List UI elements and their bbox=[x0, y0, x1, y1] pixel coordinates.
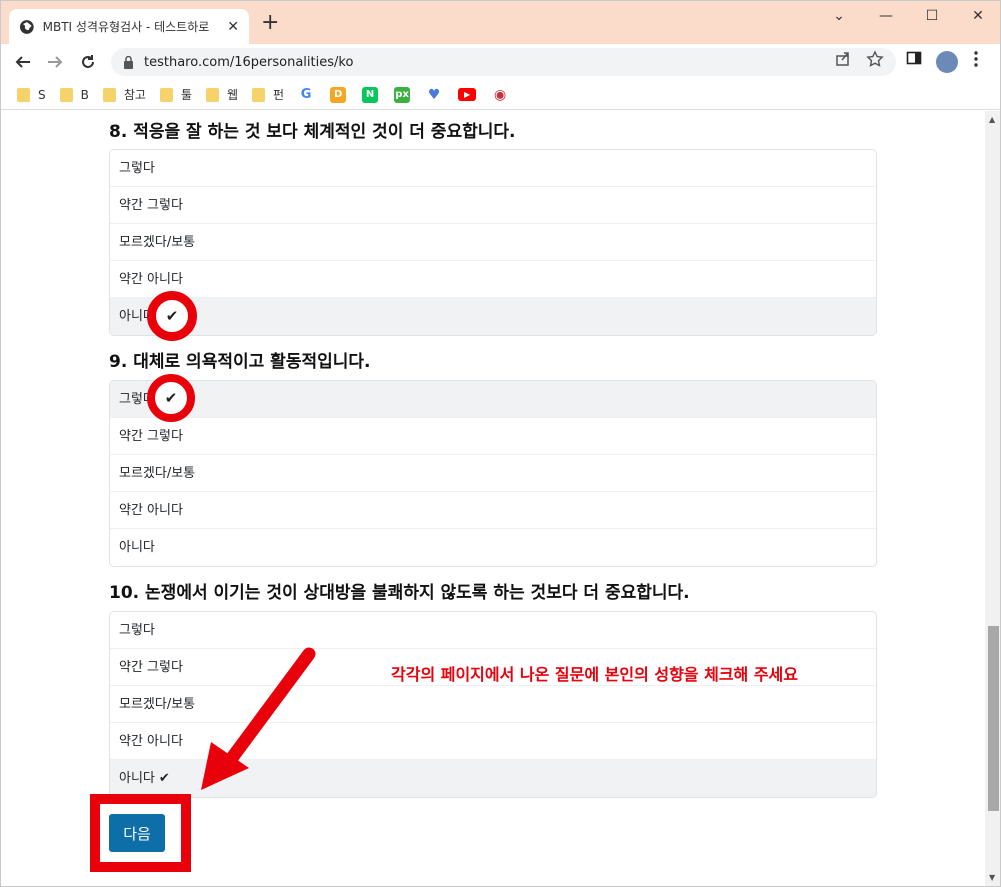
back-arrow-icon bbox=[15, 56, 30, 68]
next-button[interactable]: 다음 bbox=[109, 814, 165, 852]
check-icon: ✔ bbox=[164, 389, 178, 407]
google-icon: G bbox=[298, 86, 315, 103]
question-8-options: 그렇다 약간 그렇다 모르겠다/보통 약간 아니다 아니다 bbox=[109, 149, 877, 336]
bookmark-pixabay[interactable]: px bbox=[394, 86, 412, 103]
selection-highlight-circle: ✔ bbox=[147, 291, 197, 341]
menu-icon[interactable] bbox=[973, 50, 979, 72]
heart-icon: ♥ bbox=[426, 86, 443, 103]
naver-icon: N bbox=[362, 86, 379, 103]
bookmark-folder-web[interactable]: 웹 bbox=[206, 86, 238, 103]
globe-icon bbox=[19, 19, 34, 34]
folder-icon bbox=[102, 87, 116, 102]
reload-icon bbox=[82, 55, 94, 68]
browser-window: MBTI 성격유형검사 - 테스트하로 ✕ + ⌄ — ☐ ✕ testharo… bbox=[0, 0, 1001, 887]
q9-option-somewhat-agree[interactable]: 약간 그렇다 bbox=[110, 418, 876, 455]
bookmark-naver[interactable]: N bbox=[362, 86, 380, 103]
browser-tab[interactable]: MBTI 성격유형검사 - 테스트하로 ✕ bbox=[9, 9, 249, 44]
folder-icon bbox=[159, 87, 173, 102]
bookmark-folder-tools[interactable]: 툴 bbox=[159, 86, 192, 103]
bookmarks-bar: S B 참고 툴 웹 펀 G D N px ♥ ▶ ◉ bbox=[1, 80, 1000, 110]
q8-option-neutral[interactable]: 모르겠다/보통 bbox=[110, 224, 876, 261]
bookmark-daum[interactable]: D bbox=[330, 86, 348, 103]
folder-icon bbox=[59, 87, 73, 102]
bookmark-folder-s[interactable]: S bbox=[17, 87, 46, 102]
folder-icon bbox=[17, 87, 30, 102]
folder-icon bbox=[252, 87, 266, 102]
q10-option-agree[interactable]: 그렇다 bbox=[110, 612, 876, 649]
tab-close-icon[interactable]: ✕ bbox=[227, 19, 239, 35]
minimize-button[interactable]: — bbox=[863, 5, 909, 33]
daum-icon: D bbox=[330, 86, 347, 103]
pixabay-icon: px bbox=[394, 86, 411, 103]
vertical-scrollbar[interactable]: ▲ ▼ bbox=[985, 111, 1000, 886]
question-8: 8. 적응을 잘 하는 것 보다 체계적인 것이 더 중요합니다. bbox=[109, 122, 516, 142]
korea-flag-icon: ◉ bbox=[492, 86, 509, 103]
q8-option-somewhat-agree[interactable]: 약간 그렇다 bbox=[110, 187, 876, 224]
q9-option-disagree[interactable]: 아니다 bbox=[110, 529, 876, 566]
bookmark-folder-reference[interactable]: 참고 bbox=[102, 86, 146, 103]
question-9: 9. 대체로 의욕적이고 활동적입니다. bbox=[109, 352, 371, 372]
bookmark-google[interactable]: G bbox=[298, 86, 316, 103]
q8-option-somewhat-disagree[interactable]: 약간 아니다 bbox=[110, 261, 876, 298]
reload-button[interactable] bbox=[76, 50, 100, 74]
side-panel-icon[interactable] bbox=[906, 50, 922, 70]
scroll-thumb[interactable] bbox=[988, 626, 999, 811]
bookmark-folder-b[interactable]: B bbox=[59, 87, 89, 102]
q9-option-agree[interactable]: 그렇다 bbox=[110, 381, 876, 418]
question-9-options: 그렇다 약간 그렇다 모르겠다/보통 약간 아니다 아니다 bbox=[109, 380, 877, 567]
forward-button[interactable] bbox=[43, 50, 67, 74]
youtube-icon: ▶ bbox=[458, 88, 477, 101]
instruction-annotation: 각각의 페이지에서 나온 질문에 본인의 성향을 체크해 주세요 bbox=[391, 665, 798, 684]
browser-toolbar: testharo.com/16personalities/ko bbox=[1, 44, 1000, 80]
scroll-down-arrow-icon[interactable]: ▼ bbox=[989, 873, 995, 882]
q9-option-somewhat-disagree[interactable]: 약간 아니다 bbox=[110, 492, 876, 529]
scroll-up-arrow-icon[interactable]: ▲ bbox=[989, 115, 995, 124]
question-10: 10. 논쟁에서 이기는 것이 상대방을 불쾌하지 않도록 하는 것보다 더 중… bbox=[109, 583, 690, 603]
red-arrow-annotation bbox=[201, 647, 316, 790]
folder-icon bbox=[206, 87, 219, 102]
tab-title: MBTI 성격유형검사 - 테스트하로 bbox=[42, 20, 210, 34]
bookmark-star-icon[interactable] bbox=[866, 50, 884, 72]
bookmark-folder-fun[interactable]: 펀 bbox=[252, 86, 284, 103]
check-icon: ✔ bbox=[158, 771, 170, 786]
close-window-button[interactable]: ✕ bbox=[955, 5, 1000, 33]
address-bar[interactable]: testharo.com/16personalities/ko bbox=[111, 48, 896, 76]
q8-option-disagree[interactable]: 아니다 bbox=[110, 298, 876, 335]
title-bar: MBTI 성격유형검사 - 테스트하로 ✕ + ⌄ — ☐ ✕ bbox=[1, 1, 1000, 44]
maximize-button[interactable]: ☐ bbox=[909, 5, 955, 33]
new-tab-button[interactable]: + bbox=[261, 12, 279, 34]
profile-avatar[interactable] bbox=[936, 51, 958, 73]
tab-search-icon[interactable]: ⌄ bbox=[816, 5, 862, 33]
back-button[interactable] bbox=[11, 50, 35, 74]
check-icon: ✔ bbox=[165, 307, 179, 325]
q8-option-agree[interactable]: 그렇다 bbox=[110, 150, 876, 187]
forward-arrow-icon bbox=[48, 56, 63, 68]
bookmark-youtube[interactable]: ▶ bbox=[458, 88, 478, 101]
lock-icon bbox=[124, 55, 133, 69]
url-text: testharo.com/16personalities/ko bbox=[144, 54, 354, 70]
page-content: 8. 적응을 잘 하는 것 보다 체계적인 것이 더 중요합니다. 그렇다 약간… bbox=[1, 111, 985, 886]
q9-option-neutral[interactable]: 모르겠다/보통 bbox=[110, 455, 876, 492]
bookmark-korea[interactable]: ◉ bbox=[492, 86, 510, 103]
bookmark-heart[interactable]: ♥ bbox=[426, 86, 444, 103]
selection-highlight-circle: ✔ bbox=[147, 374, 195, 422]
share-icon[interactable] bbox=[834, 50, 852, 72]
